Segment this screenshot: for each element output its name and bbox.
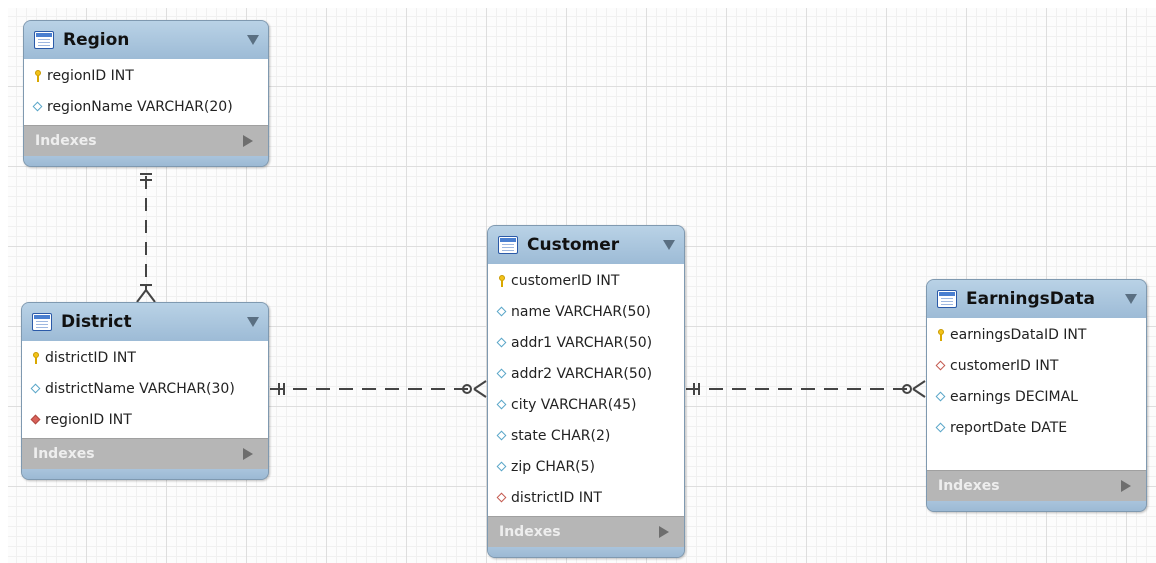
- entity-title: EarningsData: [966, 289, 1095, 309]
- column-label: addr2 VARCHAR(50): [511, 365, 653, 382]
- column-list: regionID INT regionName VARCHAR(20): [24, 59, 268, 125]
- foreign-key-icon: [30, 413, 42, 427]
- collapse-arrow-icon[interactable]: [1125, 294, 1137, 304]
- entity-title: Region: [63, 30, 130, 50]
- indexes-section[interactable]: Indexes: [22, 438, 268, 469]
- foreign-key-icon: [496, 491, 508, 505]
- column-diamond-icon: [935, 421, 947, 435]
- column-label: earnings DECIMAL: [950, 388, 1078, 405]
- expand-arrow-icon[interactable]: [1121, 480, 1131, 492]
- column-row[interactable]: addr2 VARCHAR(50): [488, 358, 684, 389]
- primary-key-icon: [935, 328, 947, 342]
- indexes-section[interactable]: Indexes: [488, 516, 684, 547]
- entity-footer: [24, 156, 268, 166]
- table-icon: [34, 31, 54, 49]
- column-label: name VARCHAR(50): [511, 303, 651, 320]
- collapse-arrow-icon[interactable]: [247, 35, 259, 45]
- column-row[interactable]: reportDate DATE: [927, 412, 1146, 443]
- column-label: earningsDataID INT: [950, 326, 1087, 343]
- column-row[interactable]: regionID INT: [24, 60, 268, 91]
- entity-header[interactable]: EarningsData: [927, 280, 1146, 318]
- column-row[interactable]: state CHAR(2): [488, 420, 684, 451]
- column-row[interactable]: customerID INT: [927, 350, 1146, 381]
- indexes-label: Indexes: [938, 478, 1000, 494]
- table-icon: [498, 236, 518, 254]
- entity-footer: [927, 501, 1146, 511]
- column-label: addr1 VARCHAR(50): [511, 334, 653, 351]
- column-row[interactable]: zip CHAR(5): [488, 451, 684, 482]
- collapse-arrow-icon[interactable]: [663, 240, 675, 250]
- relationship-customer-earnings[interactable]: [686, 380, 926, 398]
- column-diamond-icon: [496, 429, 508, 443]
- column-label: customerID INT: [511, 272, 620, 289]
- column-diamond-icon: [496, 398, 508, 412]
- column-label: regionName VARCHAR(20): [47, 98, 233, 115]
- primary-key-icon: [496, 274, 508, 288]
- column-diamond-icon: [30, 382, 42, 396]
- entity-header[interactable]: Region: [24, 21, 268, 59]
- column-label: zip CHAR(5): [511, 458, 596, 475]
- column-list: districtID INT districtName VARCHAR(30) …: [22, 341, 268, 438]
- column-list: earningsDataID INT customerID INT earnin…: [927, 318, 1146, 470]
- entity-header[interactable]: District: [22, 303, 268, 341]
- column-label: districtName VARCHAR(30): [45, 380, 235, 397]
- column-list-spacer: [927, 443, 1146, 467]
- primary-key-icon: [30, 351, 42, 365]
- column-row[interactable]: earnings DECIMAL: [927, 381, 1146, 412]
- column-label: districtID INT: [511, 489, 602, 506]
- column-row[interactable]: addr1 VARCHAR(50): [488, 327, 684, 358]
- column-row[interactable]: earningsDataID INT: [927, 319, 1146, 350]
- column-label: city VARCHAR(45): [511, 396, 637, 413]
- expand-arrow-icon[interactable]: [243, 135, 253, 147]
- table-icon: [32, 313, 52, 331]
- column-label: state CHAR(2): [511, 427, 611, 444]
- column-diamond-icon: [496, 460, 508, 474]
- entity-title: Customer: [527, 235, 620, 255]
- entity-region[interactable]: Region regionID INT regionName VARCHAR(2…: [23, 20, 269, 167]
- column-row[interactable]: districtID INT: [488, 482, 684, 513]
- indexes-label: Indexes: [499, 524, 561, 540]
- indexes-label: Indexes: [33, 446, 95, 462]
- column-row[interactable]: customerID INT: [488, 265, 684, 296]
- column-label: regionID INT: [45, 411, 132, 428]
- column-row[interactable]: name VARCHAR(50): [488, 296, 684, 327]
- column-diamond-icon: [935, 390, 947, 404]
- entity-district[interactable]: District districtID INT districtName VAR…: [21, 302, 269, 480]
- column-diamond-icon: [496, 305, 508, 319]
- column-label: customerID INT: [950, 357, 1059, 374]
- indexes-section[interactable]: Indexes: [927, 470, 1146, 501]
- indexes-label: Indexes: [35, 133, 97, 149]
- column-list: customerID INT name VARCHAR(50) addr1 VA…: [488, 264, 684, 516]
- column-row[interactable]: districtID INT: [22, 342, 268, 373]
- entity-title: District: [61, 312, 132, 332]
- indexes-section[interactable]: Indexes: [24, 125, 268, 156]
- entity-footer: [22, 469, 268, 479]
- column-row[interactable]: districtName VARCHAR(30): [22, 373, 268, 404]
- column-row[interactable]: city VARCHAR(45): [488, 389, 684, 420]
- primary-key-icon: [32, 69, 44, 83]
- relationship-district-customer[interactable]: [270, 380, 487, 398]
- entity-header[interactable]: Customer: [488, 226, 684, 264]
- column-diamond-icon: [32, 100, 44, 114]
- expand-arrow-icon[interactable]: [243, 448, 253, 460]
- column-row[interactable]: regionID INT: [22, 404, 268, 435]
- entity-customer[interactable]: Customer customerID INT name VARCHAR(50)…: [487, 225, 685, 558]
- expand-arrow-icon[interactable]: [659, 526, 669, 538]
- collapse-arrow-icon[interactable]: [247, 317, 259, 327]
- column-diamond-icon: [496, 336, 508, 350]
- entity-footer: [488, 547, 684, 557]
- relationship-region-district[interactable]: [136, 173, 156, 303]
- column-label: regionID INT: [47, 67, 134, 84]
- entity-earningsdata[interactable]: EarningsData earningsDataID INT customer…: [926, 279, 1147, 512]
- table-icon: [937, 290, 957, 308]
- column-label: districtID INT: [45, 349, 136, 366]
- column-label: reportDate DATE: [950, 419, 1068, 436]
- foreign-key-icon: [935, 359, 947, 373]
- column-diamond-icon: [496, 367, 508, 381]
- column-row[interactable]: regionName VARCHAR(20): [24, 91, 268, 122]
